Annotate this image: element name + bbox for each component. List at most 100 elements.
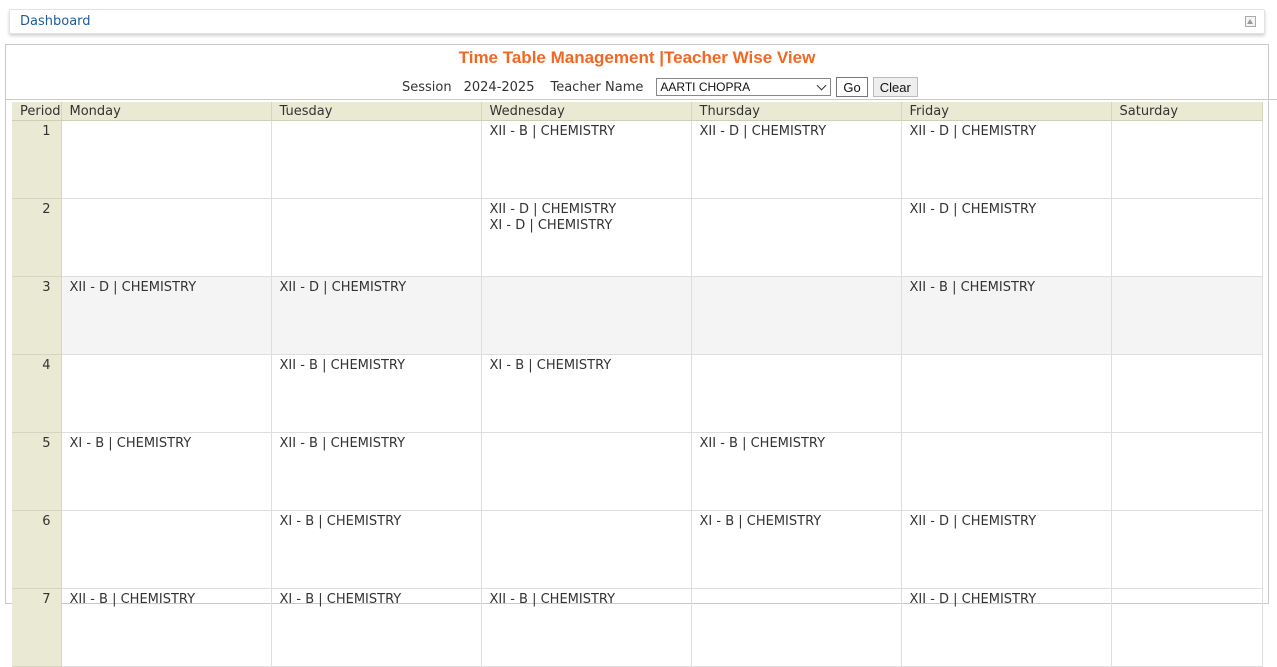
timetable-cell bbox=[901, 354, 1112, 433]
class-subject-entry: XII - B | CHEMISTRY bbox=[489, 592, 616, 607]
timetable-cell: XI - B | CHEMISTRY bbox=[271, 588, 482, 667]
class-subject-entry: XII - D | CHEMISTRY bbox=[279, 280, 407, 295]
column-header: Tuesday bbox=[271, 102, 482, 121]
period-number: 7 bbox=[12, 588, 62, 667]
go-button[interactable]: Go bbox=[836, 77, 868, 97]
chevron-down-icon bbox=[816, 80, 827, 90]
timetable-body: 1 XII - B | CHEMISTRY XII - D | CHEMISTRY X… bbox=[12, 120, 1263, 667]
class-subject-entry: XII - D | CHEMISTRY bbox=[909, 514, 1037, 529]
timetable-header-row: Period Monday Tuesday Wednesday Thursday… bbox=[12, 102, 1263, 121]
timetable-cell bbox=[271, 198, 482, 277]
timetable-cell bbox=[691, 276, 902, 355]
period-number: 2 bbox=[12, 198, 62, 277]
class-subject-entry: XII - D | CHEMISTRY bbox=[909, 124, 1037, 139]
timetable-cell bbox=[61, 354, 272, 433]
timetable-cell: XII - D | CHEMISTRY bbox=[61, 276, 272, 355]
period-number: 4 bbox=[12, 354, 62, 433]
timetable-cell: XII - B | CHEMISTRY bbox=[901, 276, 1112, 355]
teacher-selected-value: AARTI CHOPRA bbox=[660, 80, 751, 94]
class-subject-entry: XII - B | CHEMISTRY bbox=[909, 280, 1036, 295]
timetable-cell bbox=[61, 198, 272, 277]
collapse-icon[interactable] bbox=[1245, 16, 1256, 27]
timetable-cell: XII - B | CHEMISTRY bbox=[271, 432, 482, 511]
session-label: Session bbox=[402, 79, 452, 95]
class-subject-entry: XI - D | CHEMISTRY bbox=[489, 218, 613, 233]
timetable-cell: XII - D | CHEMISTRY bbox=[691, 120, 902, 199]
timetable-panel: Time Table Management |Teacher Wise View… bbox=[5, 44, 1277, 667]
timetable-cell bbox=[1111, 588, 1263, 667]
column-header: Monday bbox=[61, 102, 272, 121]
timetable-cell bbox=[1111, 120, 1263, 199]
timetable-cell: XI - B | CHEMISTRY bbox=[271, 510, 482, 589]
period-number: 6 bbox=[12, 510, 62, 589]
timetable-cell: XII - B | CHEMISTRY bbox=[481, 120, 692, 199]
column-header: Friday bbox=[901, 102, 1112, 121]
column-header: Wednesday bbox=[481, 102, 692, 121]
class-subject-entry: XII - D | CHEMISTRY bbox=[909, 592, 1037, 607]
timetable-cell bbox=[1111, 510, 1263, 589]
page-title: Time Table Management |Teacher Wise View bbox=[458, 48, 816, 67]
class-subject-entry: XI - B | CHEMISTRY bbox=[489, 358, 612, 373]
timetable-cell: XI - B | CHEMISTRY bbox=[481, 354, 692, 433]
column-header: Thursday bbox=[691, 102, 902, 121]
column-header: Period bbox=[12, 102, 62, 121]
table-row: 1 XII - B | CHEMISTRY XII - D | CHEMISTRY X… bbox=[12, 120, 1263, 199]
teacher-select[interactable]: AARTI CHOPRA bbox=[656, 78, 832, 96]
table-row: 3 XII - D | CHEMISTRY XII - D | CHEMISTRY X… bbox=[12, 276, 1263, 355]
timetable-cell bbox=[481, 276, 692, 355]
clear-button[interactable]: Clear bbox=[872, 77, 918, 97]
column-header: Saturday bbox=[1111, 102, 1263, 121]
timetable-cell: XII - D | CHEMISTRY bbox=[271, 276, 482, 355]
timetable-cell: XII - D | CHEMISTRY bbox=[901, 510, 1112, 589]
class-subject-entry: XI - B | CHEMISTRY bbox=[279, 592, 402, 607]
timetable-cell bbox=[691, 588, 902, 667]
timetable-cell bbox=[1111, 354, 1263, 433]
timetable-cell bbox=[271, 120, 482, 199]
timetable-cell: XI - B | CHEMISTRY bbox=[691, 510, 902, 589]
divider bbox=[6, 99, 1277, 100]
table-row: 4 XII - B | CHEMISTRY XI - B | CHEMISTRY bbox=[12, 354, 1263, 433]
class-subject-entry: XII - B | CHEMISTRY bbox=[489, 124, 616, 139]
session-value: 2024-2025 bbox=[463, 79, 535, 95]
class-subject-entry: XI - B | CHEMISTRY bbox=[279, 514, 402, 529]
top-bar: Dashboard bbox=[9, 9, 1265, 34]
timetable-cell: XII - B | CHEMISTRY bbox=[271, 354, 482, 433]
timetable-cell: XII - D | CHEMISTRY XI - D | CHEMISTRY bbox=[481, 198, 692, 277]
timetable-cell bbox=[481, 510, 692, 589]
table-row: 5 XI - B | CHEMISTRY XII - B | CHEMISTRY XI… bbox=[12, 432, 1263, 511]
timetable-cell bbox=[1111, 198, 1263, 277]
timetable-cell bbox=[691, 198, 902, 277]
timetable-cell bbox=[901, 432, 1112, 511]
class-subject-entry: XII - B | CHEMISTRY bbox=[699, 436, 826, 451]
period-number: 3 bbox=[12, 276, 62, 355]
timetable-cell: XII - D | CHEMISTRY bbox=[901, 588, 1112, 667]
class-subject-entry: XII - B | CHEMISTRY bbox=[279, 358, 406, 373]
class-subject-entry: XII - B | CHEMISTRY bbox=[69, 592, 196, 607]
timetable-cell bbox=[1111, 432, 1263, 511]
timetable-cell: XI - B | CHEMISTRY bbox=[61, 432, 272, 511]
class-subject-entry: XII - D | CHEMISTRY bbox=[699, 124, 827, 139]
timetable-cell bbox=[61, 510, 272, 589]
timetable: Period Monday Tuesday Wednesday Thursday… bbox=[12, 102, 1263, 667]
timetable-cell bbox=[61, 120, 272, 199]
class-subject-entry: XI - B | CHEMISTRY bbox=[69, 436, 192, 451]
period-number: 5 bbox=[12, 432, 62, 511]
table-row: 2 XII - D | CHEMISTRY XI - D | CHEMISTRY XI… bbox=[12, 198, 1263, 277]
class-subject-entry: XII - D | CHEMISTRY bbox=[69, 280, 197, 295]
timetable-cell bbox=[1111, 276, 1263, 355]
timetable-cell: XII - B | CHEMISTRY bbox=[691, 432, 902, 511]
timetable-cell: XII - B | CHEMISTRY bbox=[61, 588, 272, 667]
timetable-cell: XII - B | CHEMISTRY bbox=[481, 588, 692, 667]
timetable-cell: XII - D | CHEMISTRY bbox=[901, 198, 1112, 277]
timetable-cell: XII - D | CHEMISTRY bbox=[901, 120, 1112, 199]
teacher-label: Teacher Name bbox=[550, 79, 644, 95]
class-subject-entry: XII - D | CHEMISTRY bbox=[489, 202, 617, 217]
breadcrumb-dashboard[interactable]: Dashboard bbox=[20, 14, 91, 29]
table-row: 7 XII - B | CHEMISTRY XI - B | CHEMISTRY XI… bbox=[12, 588, 1263, 667]
timetable-cell bbox=[481, 432, 692, 511]
table-row: 6 XI - B | CHEMISTRY XI - B | CHEMISTRY XII… bbox=[12, 510, 1263, 589]
class-subject-entry: XI - B | CHEMISTRY bbox=[699, 514, 822, 529]
timetable-cell bbox=[691, 354, 902, 433]
period-number: 1 bbox=[12, 120, 62, 199]
class-subject-entry: XII - B | CHEMISTRY bbox=[279, 436, 406, 451]
